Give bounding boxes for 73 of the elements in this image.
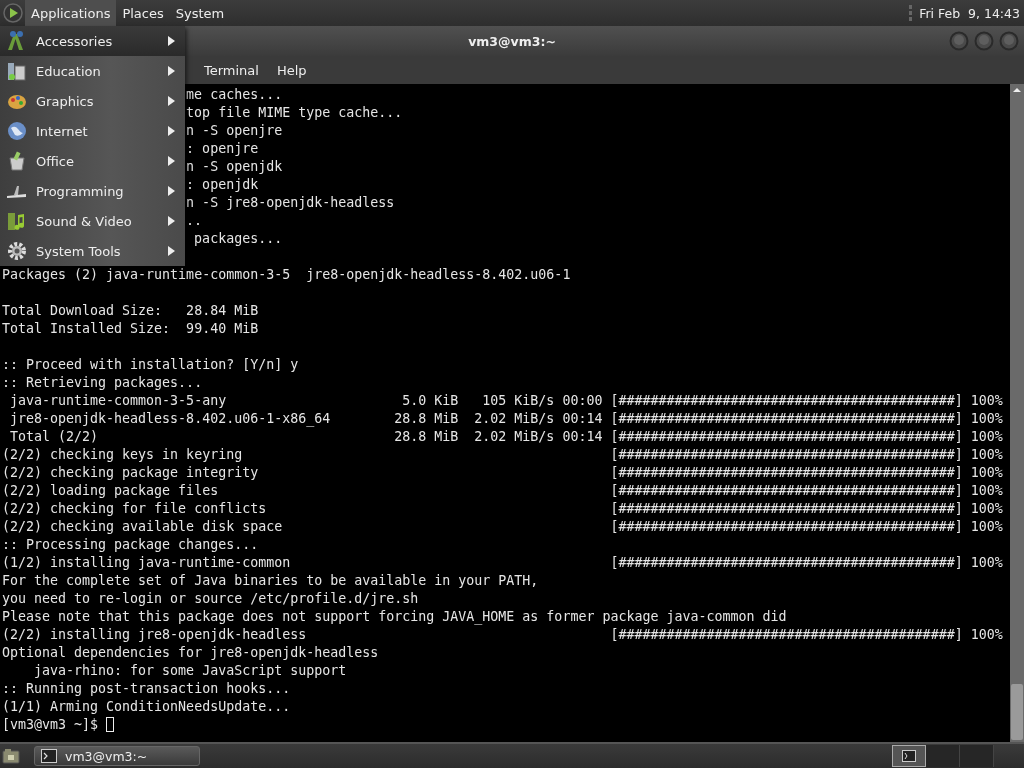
panel-menu[interactable]: Places [116, 0, 170, 26]
terminal-line: me caches... [186, 87, 283, 102]
terminal-line: Optional dependencies for jre8-openjdk-headless [2, 645, 379, 660]
menu-item[interactable]: Sound & Video [0, 206, 185, 236]
terminal-line: :: Proceed with installation? [Y/n] y [2, 357, 299, 372]
terminal-line: n -S openjre [186, 123, 283, 138]
terminal-line: top file MIME type cache... [186, 105, 403, 120]
panel-menu[interactable]: System [169, 0, 231, 26]
window-title: vm3@vm3:~ [468, 33, 556, 49]
terminal-line: (2/2) loading package files [##########################################] 100% [2, 483, 1003, 498]
terminal-line: (2/2) checking keys in keyring [##########################################] 100% [2, 447, 1003, 462]
panel-menu[interactable]: Applications [25, 0, 117, 26]
terminal-icon [902, 750, 916, 762]
terminal-line: java-rhino: for some JavaScript support [33, 663, 347, 678]
taskbar-button[interactable]: vm3@vm3:~ [34, 746, 200, 766]
terminal-line: Total Installed Size: 99.40 MiB [2, 321, 259, 336]
menu-item[interactable]: Graphics [0, 86, 185, 116]
gear-icon [6, 240, 28, 262]
workspace[interactable] [892, 745, 926, 767]
terminal-line: (1/2) installing java-runtime-common [##########################################] 100% [2, 555, 1003, 570]
menu-item[interactable]: Education [0, 56, 185, 86]
submenu-arrow-icon [168, 186, 175, 196]
clock[interactable]: Fri Feb 9, 14:43 [919, 5, 1024, 21]
menu-item[interactable]: Office [0, 146, 185, 176]
minimize-button[interactable] [949, 31, 969, 51]
terminal-line: : openjdk [186, 177, 259, 192]
maximize-button[interactable] [974, 31, 994, 51]
submenu-arrow-icon [168, 96, 175, 106]
close-button[interactable] [999, 31, 1019, 51]
menu-item[interactable]: Terminal [196, 60, 267, 80]
launcher-icon[interactable] [3, 3, 23, 23]
terminal-line: .. [186, 213, 203, 228]
paint-bucket-icon [6, 150, 28, 172]
terminal-line: (1/1) Arming ConditionNeedsUpdate... [2, 699, 291, 714]
terminal-line: Total (2/2) 28.8 MiB 2.02 MiB/s 00:14 [##########################################] 100% [9, 429, 1003, 444]
scrollbar-thumb[interactable] [1011, 684, 1023, 740]
scrollbar[interactable] [1010, 84, 1024, 742]
globe-icon [6, 120, 28, 142]
text-cursor [106, 717, 115, 732]
menu-item[interactable]: Accessories [0, 26, 185, 56]
submenu-arrow-icon [168, 246, 175, 256]
terminal-line: (2/2) checking for file conflicts [##########################################] 100% [2, 501, 1003, 516]
menu-item[interactable]: Programming [0, 176, 185, 206]
terminal-line: packages... [193, 231, 283, 246]
workspace-switcher[interactable] [892, 745, 994, 767]
terminal-line: (2/2) checking available disk space [##########################################] 100% [2, 519, 1003, 534]
terminal-line: you need to re-login or source /etc/profile.d/jre.sh [2, 591, 419, 606]
terminal-line: For the complete set of Java binaries to be available in your PATH, [2, 573, 539, 588]
terminal-line: Packages (2) java-runtime-common-3-5 jre8-openjdk-headless-8.402.u06-1 [2, 267, 571, 282]
submenu-arrow-icon [168, 126, 175, 136]
terminal-line: (2/2) installing jre8-openjdk-headless [##########################################] 100% [2, 627, 1003, 642]
terminal-line: (2/2) checking package integrity [##########################################] 100% [2, 465, 1003, 480]
panel-grip-icon [909, 4, 914, 22]
menu-item[interactable]: System Tools [0, 236, 185, 266]
terminal-line: jre8-openjdk-headless-8.402.u06-1-x86_64 28.8 MiB 2.02 MiB/s 00:14 [##########################################] 100% [9, 411, 1003, 426]
terminal-line: java-runtime-common-3-5-any 5.0 KiB 105 KiB/s 00:00 [##########################################] 100% [9, 393, 1003, 408]
terminal-line: : openjre [186, 141, 259, 156]
submenu-arrow-icon [168, 216, 175, 226]
terminal-line: n -S openjdk [186, 159, 283, 174]
terminal-line: Total Download Size: 28.84 MiB [2, 303, 259, 318]
submenu-arrow-icon [168, 66, 175, 76]
terminal-line: :: Processing package changes... [2, 537, 259, 552]
terminal-prompt: [vm3@vm3 ~]$ [2, 717, 99, 732]
menu-item[interactable]: Internet [0, 116, 185, 146]
terminal-line: :: Retrieving packages... [2, 375, 203, 390]
terminal-line: :: Running post-transaction hooks... [2, 681, 291, 696]
terminal-line: Please note that this package does not support forcing JAVA_HOME as former package java-common did [2, 609, 787, 624]
submenu-arrow-icon [168, 156, 175, 166]
menu-item[interactable]: Help [268, 60, 315, 80]
submenu-arrow-icon [168, 36, 175, 46]
show-desktop-icon[interactable] [2, 748, 20, 764]
terminal-line: n -S jre8-openjdk-headless [186, 195, 395, 210]
terminal-icon [41, 749, 57, 763]
